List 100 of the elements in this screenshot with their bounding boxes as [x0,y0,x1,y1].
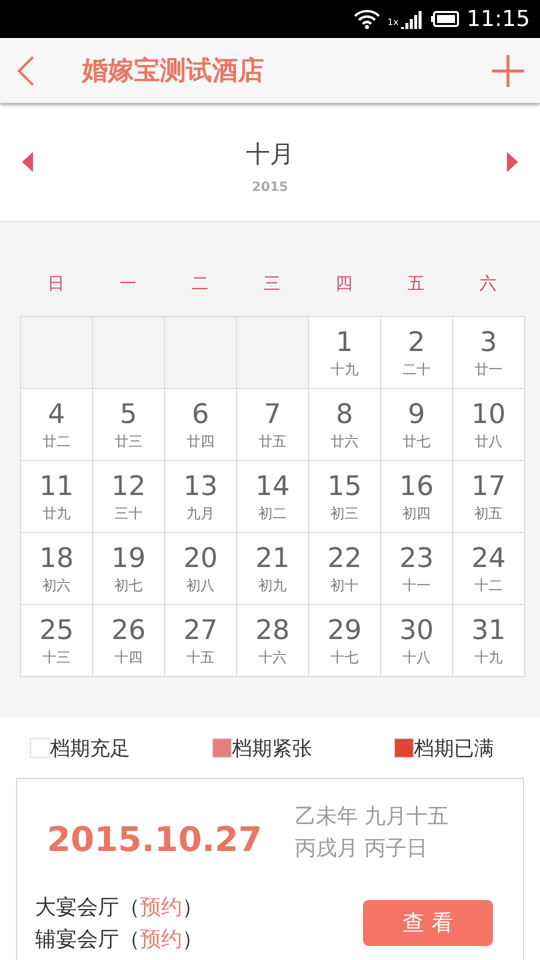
lunar-date: 廿六 [330,432,358,450]
day-cell[interactable]: 30 十八 [381,605,453,677]
hall-name: 辅宴会厅（ [35,926,140,953]
previous-month-icon[interactable] [22,152,33,172]
lunar-date: 十六 [258,648,286,666]
day-cell[interactable]: 11 廿九 [21,461,93,533]
hotel-title: 婚嫁宝测试酒店 [82,55,265,88]
day-cell[interactable]: 19 初七 [93,533,165,605]
weekday-label: 六 [480,273,496,294]
lunar-date: 十一 [402,576,430,594]
day-cell[interactable]: 5 廿三 [93,389,165,461]
weekday-label: 日 [48,273,64,294]
lunar-date: 廿四 [186,432,214,450]
day-cell[interactable]: 13 九月 [165,461,237,533]
lunar-date: 十七 [330,648,358,666]
day-cell[interactable]: 4 廿二 [21,389,93,461]
day-number: 12 [111,470,146,502]
day-cell[interactable]: 27 十五 [165,605,237,677]
lunar-date: 十四 [114,648,142,666]
day-cell[interactable]: 1 十九 [309,317,381,389]
closing-paren: ） [182,926,203,953]
day-cell[interactable]: 2 二十 [381,317,453,389]
lunar-date: 廿三 [114,432,142,450]
day-number: 20 [183,542,218,574]
day-number: 21 [255,542,290,574]
weekday-label: 二 [192,273,208,294]
lunar-date: 初三 [330,504,358,522]
lunar-date: 十五 [186,648,214,666]
lunar-date: 十九 [474,648,502,666]
lunar-date: 十九 [330,360,358,378]
day-cell[interactable]: 18 初六 [21,533,93,605]
day-cell[interactable]: 7 廿五 [237,389,309,461]
day-number: 3 [480,326,498,358]
lunar-date: 廿八 [474,432,502,450]
lunar-date: 廿二 [42,432,70,450]
closing-paren: ） [182,894,203,921]
day-number: 17 [471,470,506,502]
weekday-label: 四 [336,273,352,294]
hall-name: 大宴会厅（ [35,894,140,921]
lunar-date: 二十 [402,360,430,378]
day-cell[interactable]: 3 廿一 [453,317,525,389]
lunar-date: 三十 [114,504,142,522]
lunar-date: 初九 [258,576,286,594]
day-cell[interactable]: 15 初三 [309,461,381,533]
add-icon[interactable] [492,54,524,86]
clock-time: 11:15 [466,6,530,32]
selected-date: 2015.10.27 [47,820,264,860]
day-cell[interactable]: 14 初二 [237,461,309,533]
day-number: 6 [192,398,210,430]
signal-icon [400,9,423,29]
day-number: 11 [39,470,74,502]
day-number: 16 [399,470,434,502]
day-cell[interactable]: 25 十三 [21,605,93,677]
weekday-label: 一 [120,273,136,294]
day-cell[interactable]: 23 十一 [381,533,453,605]
day-cell[interactable]: 9 廿七 [381,389,453,461]
day-number: 23 [399,542,434,574]
day-cell[interactable]: 24 十二 [453,533,525,605]
day-cell[interactable]: 17 初五 [453,461,525,533]
lunar-date: 初八 [186,576,214,594]
day-cell[interactable]: 28 十六 [237,605,309,677]
lunar-date: 十三 [42,648,70,666]
day-number: 30 [399,614,434,646]
day-number: 9 [408,398,426,430]
lunar-date: 廿一 [474,360,502,378]
year-label: 2015 [252,180,288,194]
day-number: 4 [48,398,66,430]
day-cell[interactable]: 10 廿八 [453,389,525,461]
day-number: 8 [336,398,354,430]
day-cell[interactable]: 22 初十 [309,533,381,605]
weekday-label: 三 [264,273,280,294]
day-number: 19 [111,542,146,574]
day-number: 1 [336,326,354,358]
day-cell[interactable]: 20 初八 [165,533,237,605]
day-number: 2 [408,326,426,358]
lunar-date: 初五 [474,504,502,522]
lunar-date: 十二 [474,576,502,594]
day-number: 15 [327,470,362,502]
day-cell[interactable]: 8 廿六 [309,389,381,461]
day-number: 10 [471,398,506,430]
day-number: 18 [39,542,74,574]
lunar-date: 廿五 [258,432,286,450]
lunar-date: 初二 [258,504,286,522]
lunar-info: 丙戌月 丙子日 [295,835,429,862]
day-cell[interactable]: 29 十七 [309,605,381,677]
day-cell[interactable]: 21 初九 [237,533,309,605]
day-cell[interactable]: 26 十四 [93,605,165,677]
next-month-icon[interactable] [507,152,518,172]
network-type: 1x [388,18,399,28]
legend-label: 档期充足 [50,734,130,762]
lunar-date: 九月 [186,504,214,522]
lunar-date: 初四 [402,504,430,522]
day-cell[interactable]: 12 三十 [93,461,165,533]
day-cell[interactable]: 16 初四 [381,461,453,533]
day-number: 14 [255,470,290,502]
day-cell[interactable]: 31 十九 [453,605,525,677]
back-icon[interactable] [16,54,36,86]
day-number: 28 [255,614,290,646]
lunar-date: 廿九 [42,504,70,522]
day-cell[interactable]: 6 廿四 [165,389,237,461]
